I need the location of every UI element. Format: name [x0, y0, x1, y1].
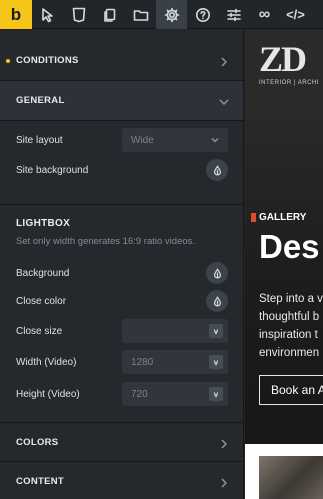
- section-label: COLORS: [16, 436, 59, 448]
- section-label: CONDITIONS: [16, 55, 79, 66]
- site-layout-value: Wide: [131, 134, 154, 146]
- section-conditions[interactable]: CONDITIONS: [0, 41, 243, 81]
- section-label: CONTENT: [16, 476, 65, 487]
- height-video-input[interactable]: 720 v: [122, 382, 228, 406]
- unit-toggle[interactable]: v: [209, 324, 223, 338]
- divider: [0, 204, 243, 205]
- hero-text-line: thoughtful b: [259, 311, 320, 323]
- sliders-icon[interactable]: [218, 0, 249, 29]
- height-video-placeholder: 720: [131, 388, 148, 400]
- site-logo: ZD: [259, 39, 307, 79]
- lightbox-background-row: Background: [16, 261, 228, 285]
- unit-toggle[interactable]: v: [209, 355, 223, 369]
- lightbox-background-picker[interactable]: [206, 262, 228, 284]
- gallery-marker: [251, 213, 256, 222]
- background-label: Background: [16, 267, 70, 279]
- section-colors[interactable]: COLORS: [0, 422, 243, 462]
- code-icon[interactable]: </>: [280, 0, 311, 29]
- close-color-picker[interactable]: [206, 290, 228, 312]
- chevron-right-icon: [218, 55, 230, 67]
- infinity-icon[interactable]: ∞: [249, 0, 280, 29]
- section-content[interactable]: CONTENT: [0, 462, 243, 499]
- lightbox-title: LIGHTBOX: [16, 218, 71, 229]
- section-general[interactable]: GENERAL: [0, 81, 243, 121]
- close-color-row: Close color: [16, 289, 228, 313]
- code-glyph: </>: [286, 7, 305, 22]
- chevron-down-icon: [218, 95, 230, 107]
- folder-icon[interactable]: [125, 0, 156, 29]
- close-color-label: Close color: [16, 295, 67, 307]
- site-layout-select[interactable]: Wide: [122, 128, 228, 152]
- chevron-down-icon: [210, 135, 220, 145]
- close-size-label: Close size: [16, 325, 63, 337]
- droplet-icon: [213, 164, 221, 175]
- section-label: GENERAL: [16, 95, 65, 106]
- droplet-icon: [213, 267, 221, 278]
- site-preview[interactable]: ZD INTERIOR | ARCHI GALLERY Des Step int…: [245, 30, 323, 499]
- lightbox-description: Set only width generates 16:9 ratio vide…: [16, 236, 196, 247]
- site-background-row: Site background: [16, 158, 228, 182]
- site-logo-subtitle: INTERIOR | ARCHI: [259, 80, 319, 86]
- site-layout-label: Site layout: [16, 134, 63, 146]
- gallery-image: [259, 456, 323, 499]
- infinity-glyph: ∞: [258, 5, 271, 23]
- help-icon[interactable]: [187, 0, 218, 29]
- chevron-right-icon: [218, 476, 230, 488]
- active-dot: [6, 59, 10, 63]
- settings-panel: CONDITIONS GENERAL Site layout Wide Site…: [0, 30, 244, 499]
- gear-icon[interactable]: [156, 0, 187, 29]
- html5-icon[interactable]: [63, 0, 94, 29]
- logo-letter: b: [10, 4, 22, 24]
- width-video-label: Width (Video): [16, 356, 77, 368]
- chevron-right-icon: [218, 437, 230, 449]
- unit-toggle[interactable]: v: [209, 387, 223, 401]
- hero-text-line: Step into a v: [259, 293, 323, 305]
- pages-icon[interactable]: [94, 0, 125, 29]
- site-background-label: Site background: [16, 164, 89, 176]
- top-toolbar: b ∞ </>: [0, 0, 323, 29]
- hero-heading: Des: [259, 228, 320, 265]
- site-background-picker[interactable]: [206, 159, 228, 181]
- hero-background: [245, 90, 323, 470]
- droplet-icon: [213, 295, 221, 306]
- builder-logo[interactable]: b: [0, 0, 32, 29]
- width-video-input[interactable]: 1280 v: [122, 350, 228, 374]
- width-video-placeholder: 1280: [131, 356, 154, 368]
- height-video-label: Height (Video): [16, 388, 80, 400]
- close-size-input[interactable]: v: [122, 319, 228, 343]
- hero-text-line: inspiration t: [259, 329, 318, 341]
- book-button[interactable]: Book an A: [259, 375, 323, 405]
- hero-text-line: environmen: [259, 347, 320, 359]
- cursor-icon[interactable]: [32, 0, 63, 29]
- gallery-eyebrow: GALLERY: [259, 212, 307, 223]
